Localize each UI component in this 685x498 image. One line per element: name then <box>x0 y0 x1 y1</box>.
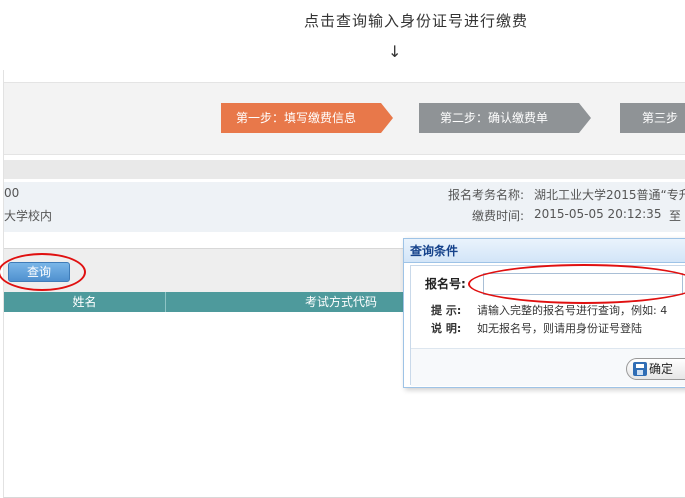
registration-number-label: 报名号: <box>425 277 466 291</box>
pay-time-start: 2015-05-05 20:12:35 <box>534 207 662 221</box>
instruction-caption: 点击查询输入身份证号进行缴费 <box>303 12 528 30</box>
exam-name-value: 湖北工业大学2015普通“专升 <box>534 188 685 202</box>
info-left-line-2: 大学校内 <box>4 209 53 223</box>
hint-label: 提 示: <box>431 304 462 317</box>
pay-time-label: 缴费时间: <box>472 209 525 223</box>
registration-number-input[interactable] <box>483 273 683 295</box>
info-left-line-1: 00 <box>4 186 20 200</box>
column-header-name[interactable]: 姓名 <box>4 292 165 312</box>
query-button[interactable]: 查询 <box>8 262 70 282</box>
note-row: 说 明: 如无报名号，则请用身份证号登陆 <box>431 320 642 336</box>
step-1-fill-info[interactable]: 第一步：填写缴费信息 <box>221 103 393 133</box>
save-icon <box>633 362 647 376</box>
hint-row: 提 示: 请输入完整的报名号进行查询，例如: 4 <box>431 302 667 318</box>
note-label: 说 明: <box>431 322 462 335</box>
step-3[interactable]: 第三步 <box>620 103 685 133</box>
note-text: 如无报名号，则请用身份证号登陆 <box>477 322 642 335</box>
confirm-button[interactable]: 确定 <box>626 358 685 380</box>
steps-bar: 第一步：填写缴费信息 第二步：确认缴费单 第三步 <box>4 82 685 155</box>
exam-name-label: 报名考务名称: <box>448 188 525 202</box>
dialog-title: 查询条件 <box>404 239 685 263</box>
pay-time-to: 至 <box>669 209 682 223</box>
section-divider <box>4 160 685 179</box>
hint-text: 请输入完整的报名号进行查询，例如: 4 <box>477 304 668 317</box>
confirm-label: 确定 <box>649 362 674 376</box>
screenshot-root: 点击查询输入身份证号进行缴费 ↓ 第一步：填写缴费信息 第二步：确认缴费单 第三… <box>0 0 685 498</box>
step-2-confirm-bill[interactable]: 第二步：确认缴费单 <box>419 103 591 133</box>
exam-info: 00 大学校内 报名考务名称: 湖北工业大学2015普通“专升 缴费时间: 20… <box>4 182 685 232</box>
down-arrow-icon: ↓ <box>388 42 402 61</box>
dialog-footer: 确定 <box>411 348 685 386</box>
query-dialog: 查询条件 报名号: 提 示: 请输入完整的报名号进行查询，例如: 4 说 明: 如无… <box>403 238 685 388</box>
dialog-body: 报名号: 提 示: 请输入完整的报名号进行查询，例如: 4 说 明: 如无报名号，则… <box>410 265 685 386</box>
